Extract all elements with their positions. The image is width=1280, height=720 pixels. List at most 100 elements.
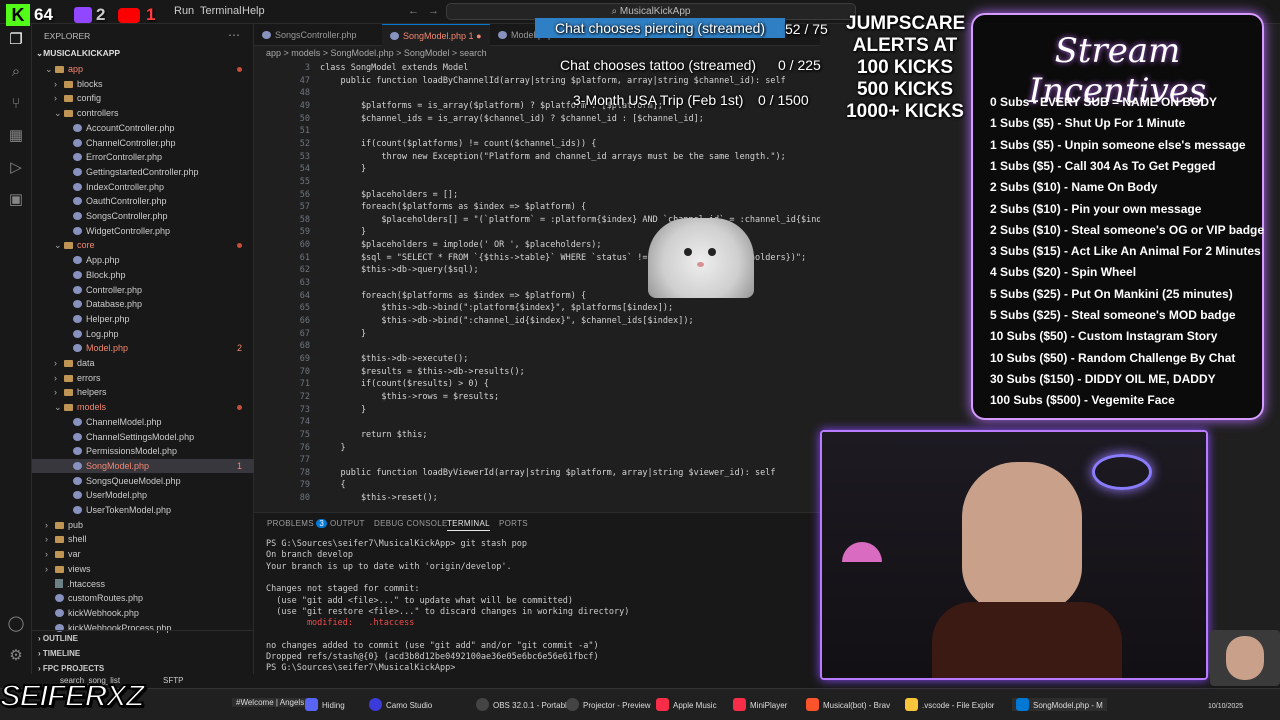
tree-item[interactable]: AccountController.php [32, 121, 254, 135]
tree-item[interactable]: SongsQueueModel.php [32, 474, 254, 488]
remote-icon[interactable]: ▣ [6, 190, 26, 210]
code-line[interactable]: return $this; [320, 430, 428, 440]
code-line[interactable]: class SongModel extends Model [320, 63, 468, 73]
project-root[interactable]: ⌄MUSICALKICKAPP [36, 48, 120, 59]
tree-item[interactable]: › pub [32, 518, 254, 532]
tree-item[interactable]: App.php [32, 253, 254, 267]
tree-item[interactable]: .htaccess [32, 577, 254, 591]
code-line[interactable]: if(count($results) > 0) { [320, 379, 489, 389]
tree-item[interactable]: › helpers [32, 385, 254, 399]
tree-item[interactable]: SongModel.php 1 [32, 458, 254, 473]
code-line[interactable]: $placeholders = []; [320, 190, 458, 200]
tree-item[interactable]: ⌄ app [32, 62, 254, 76]
tree-item[interactable]: Helper.php [32, 312, 254, 326]
run-debug-icon[interactable]: ▷ [6, 158, 26, 178]
tree-item[interactable]: Log.php [32, 327, 254, 341]
tree-item[interactable]: ChannelModel.php [32, 415, 254, 429]
tab-terminal[interactable]: TERMINAL [447, 519, 490, 531]
task-brave[interactable]: Musical(bot) - Brav [806, 698, 890, 711]
tree-item[interactable]: › shell [32, 532, 254, 546]
tree-item[interactable]: kickWebhookProcess.php [32, 621, 254, 635]
clock[interactable]: 10/10/2025 [1208, 703, 1243, 710]
code-line[interactable]: $this->db->query($sql); [320, 265, 479, 275]
tree-item[interactable]: › errors [32, 371, 254, 385]
tree-item[interactable]: PermissionsModel.php [32, 444, 254, 458]
code-line[interactable]: $this->db->bind(":channel_id{$index}", $… [320, 316, 693, 326]
tab-ports[interactable]: PORTS [499, 519, 528, 528]
tree-item[interactable]: ErrorController.php [32, 150, 254, 164]
tree-item[interactable]: WidgetController.php [32, 224, 254, 238]
tree-item[interactable]: UserModel.php [32, 488, 254, 502]
tree-item[interactable]: Block.php [32, 268, 254, 282]
code-line[interactable]: if(count($platforms) != count($channel_i… [320, 139, 596, 149]
code-line[interactable]: $results = $this->db->results(); [320, 367, 525, 377]
tab-problems[interactable]: PROBLEMS 3 [267, 519, 328, 528]
tree-item[interactable]: › config [32, 91, 254, 105]
code-line[interactable]: $this->db->execute(); [320, 354, 468, 364]
task-hiding[interactable]: Hiding [305, 698, 345, 711]
timeline-section[interactable]: › TIMELINE [38, 649, 80, 658]
code-line[interactable]: $placeholders[] = "(`platform` = :platfo… [320, 215, 820, 225]
extensions-icon[interactable]: ▦ [6, 126, 26, 146]
task-camo[interactable]: Camo Studio [369, 698, 432, 711]
code-line[interactable]: $this->reset(); [320, 493, 438, 503]
settings-gear-icon[interactable]: ⚙ [6, 646, 26, 666]
tree-item[interactable]: Model.php 2 [32, 341, 254, 355]
tab-songmodel[interactable]: SongModel.php 1 ● [382, 24, 490, 46]
tree-item[interactable]: ⌄ controllers [32, 106, 254, 120]
task-welcome[interactable]: #Welcome | Angels - [232, 698, 314, 707]
task-obs[interactable]: OBS 32.0.1 - Portable [476, 698, 571, 711]
tree-item[interactable]: › var [32, 547, 254, 561]
nav-back-icon[interactable]: ← [408, 5, 419, 17]
code-line[interactable]: $this->db->bind(":platform{$index}", $pl… [320, 303, 673, 313]
code-line[interactable]: $placeholders = implode(' OR ', $placeho… [320, 240, 602, 250]
tree-item[interactable]: › views [32, 562, 254, 576]
outline-section[interactable]: › OUTLINE [38, 634, 78, 643]
task-file-explorer[interactable]: .vscode - File Explor [905, 698, 994, 711]
tree-item[interactable]: ChannelController.php [32, 136, 254, 150]
code-line[interactable]: { [320, 480, 345, 490]
tree-item[interactable]: ⌄ core [32, 238, 254, 252]
code-line[interactable]: } [320, 443, 345, 453]
task-miniplayer[interactable]: MiniPlayer [733, 698, 787, 711]
tree-item[interactable]: Database.php [32, 297, 254, 311]
code-line[interactable]: } [320, 164, 366, 174]
more-actions-icon[interactable]: ⋯ [228, 28, 240, 42]
task-projector[interactable]: Projector - Preview [566, 698, 651, 711]
code-line[interactable]: $this->rows = $results; [320, 392, 499, 402]
task-vscode[interactable]: SongModel.php - M [1012, 698, 1107, 711]
menu-run[interactable]: Run [174, 5, 194, 17]
tree-item[interactable]: OauthController.php [32, 194, 254, 208]
code-line[interactable]: throw new Exception("Platform and channe… [320, 152, 785, 162]
terminal-output[interactable]: PS G:\Sources\seifer7\MusicalKickApp> gi… [266, 539, 814, 673]
tab-songscontroller[interactable]: SongsController.php [254, 24, 365, 46]
code-line[interactable]: } [320, 329, 366, 339]
tree-item[interactable]: ⌄ models [32, 400, 254, 414]
source-control-icon[interactable]: ⑂ [6, 94, 26, 114]
fpc-projects-section[interactable]: › FPC PROJECTS [38, 664, 104, 673]
tree-item[interactable]: GettingstartedController.php [32, 165, 254, 179]
tree-item[interactable]: › data [32, 356, 254, 370]
tree-item[interactable]: SongsController.php [32, 209, 254, 223]
nav-forward-icon[interactable]: → [428, 5, 439, 17]
tree-item[interactable]: customRoutes.php [32, 591, 254, 605]
code-line[interactable]: foreach($platforms as $index => $platfor… [320, 291, 586, 301]
code-line[interactable]: public function loadByViewerId(array|str… [320, 468, 775, 478]
tab-debug-console[interactable]: DEBUG CONSOLE [374, 519, 448, 528]
tree-item[interactable]: › blocks [32, 77, 254, 91]
task-apple-music[interactable]: Apple Music [656, 698, 717, 711]
menu-help[interactable]: Help [242, 5, 265, 17]
code-line[interactable]: foreach($platforms as $index => $platfor… [320, 202, 586, 212]
tree-item[interactable]: Controller.php [32, 283, 254, 297]
tree-item[interactable]: ChannelSettingsModel.php [32, 430, 254, 444]
explorer-icon[interactable]: ❐ [6, 30, 26, 50]
tree-item[interactable]: kickWebhook.php [32, 606, 254, 620]
tree-item[interactable]: UserTokenModel.php [32, 503, 254, 517]
tree-item[interactable]: IndexController.php [32, 180, 254, 194]
search-icon[interactable]: ⌕ [6, 62, 26, 82]
menu-terminal[interactable]: Terminal [200, 5, 242, 17]
code-line[interactable]: } [320, 405, 366, 415]
code-line[interactable]: } [320, 227, 366, 237]
account-icon[interactable]: ◯ [6, 614, 26, 634]
tab-output[interactable]: OUTPUT [330, 519, 365, 528]
